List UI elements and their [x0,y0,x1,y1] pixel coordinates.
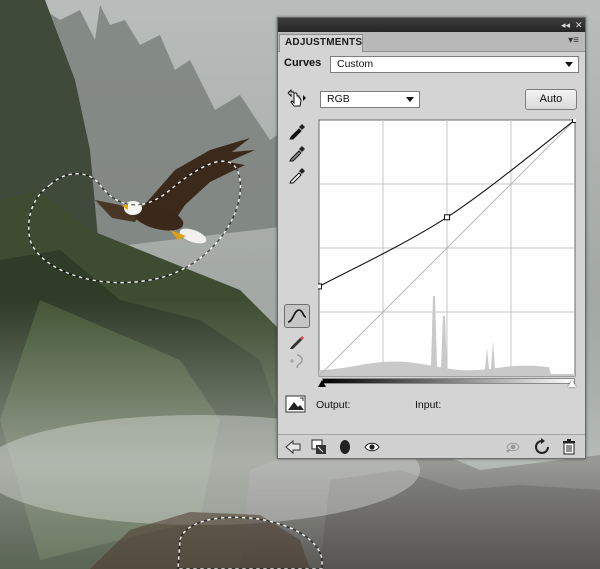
curves-label: Curves [284,57,322,69]
white-point-slider[interactable] [568,380,576,387]
curves-plot[interactable] [318,119,576,377]
on-image-adjust-icon[interactable] [286,89,308,109]
black-point-eyedropper-icon[interactable] [286,120,308,140]
return-to-list-icon[interactable] [284,438,302,456]
preset-value: Custom [337,58,374,70]
layer-mask-icon[interactable] [336,438,354,456]
curve-control-point[interactable] [572,119,577,123]
visibility-eye-icon[interactable] [363,438,381,456]
panel-bottom-bar [278,434,585,458]
black-point-slider[interactable] [318,380,326,387]
delete-icon[interactable] [560,438,578,456]
channel-value: RGB [327,93,350,105]
view-previous-state-icon[interactable] [504,438,522,456]
chevron-down-icon [565,62,573,67]
input-label: Input: [415,399,442,411]
tab-adjustments[interactable]: ADJUSTMENTS [279,34,363,52]
panel-tab-row: ADJUSTMENTS ▾≡ [278,32,585,52]
output-label: Output: [316,399,351,411]
close-panel-icon[interactable]: ✕ [575,19,583,31]
collapse-panel-icon[interactable]: ◂◂ [561,19,570,31]
input-gradient-bar [322,378,575,384]
channel-dropdown[interactable]: RGB [320,91,420,108]
white-point-eyedropper-icon[interactable] [286,164,308,184]
curve-control-point[interactable] [444,214,450,221]
auto-button[interactable]: Auto [525,89,577,110]
smooth-curve-icon[interactable] [286,351,308,371]
reset-icon[interactable] [533,438,551,456]
chevron-down-icon [406,97,414,102]
clipping-warning-icon[interactable] [285,394,307,414]
panel-menu-icon[interactable]: ▾≡ [568,35,579,47]
preset-dropdown[interactable]: Custom [330,56,579,73]
curves-graph[interactable] [318,119,576,377]
panel-titlebar[interactable]: ◂◂ ✕ [278,18,585,32]
adjustments-panel: ◂◂ ✕ ADJUSTMENTS ▾≡ Curves Custom RGB Au… [277,17,586,459]
curve-control-point[interactable] [318,283,322,290]
pencil-draw-icon[interactable] [286,331,308,351]
gray-point-eyedropper-icon[interactable] [286,142,308,162]
clip-to-layer-icon[interactable] [310,438,328,456]
curve-point-mode-icon[interactable] [284,304,310,328]
